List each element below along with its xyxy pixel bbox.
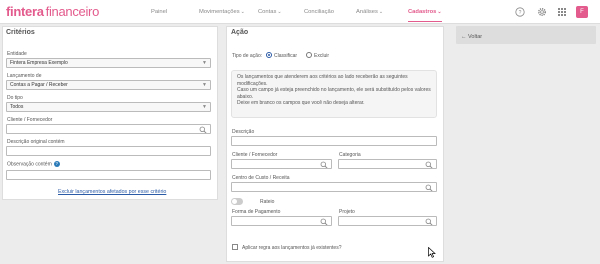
apply-existing-checkbox[interactable] [232, 244, 238, 250]
radio-excluir[interactable] [306, 52, 312, 58]
tipo-label: Do tipo [7, 95, 23, 101]
action-title: Ação [231, 29, 249, 36]
nav-item-contas[interactable]: Contas⌄ [258, 9, 282, 15]
delete-affected-link[interactable]: Excluir lançamentos afetados por esse cr… [58, 189, 166, 195]
help-icon[interactable]: ? [53, 161, 60, 167]
apply-existing-label[interactable]: Aplicar regra aos lançamentos já existen… [242, 245, 342, 251]
cliente-label: Cliente / Fornecedor [7, 117, 53, 123]
lancamento-select[interactable]: Contas a Pagar / Receber ▼ [6, 80, 211, 90]
lancamento-label: Lançamento de [7, 73, 42, 79]
acao-categoria-label: Categoria [339, 152, 361, 158]
nav-item-painel[interactable]: Painel [151, 9, 167, 15]
search-icon[interactable] [425, 184, 433, 192]
acao-descricao-label: Descrição [232, 129, 255, 135]
caret-down-icon: ▼ [202, 82, 207, 88]
chevron-down-icon: ⌄ [437, 9, 442, 15]
acao-cliente-input[interactable] [231, 159, 332, 169]
info-box: Os lançamentos que atenderem aos critéri… [231, 70, 437, 118]
acao-descricao-input[interactable] [231, 136, 437, 146]
top-navigation-bar: fintera financeiro Painel Movimentações⌄ … [0, 0, 600, 24]
search-icon[interactable] [320, 161, 328, 169]
acao-cliente-label: Cliente / Fornecedor [232, 152, 278, 158]
nav-item-movimentacoes[interactable]: Movimentações⌄ [199, 9, 245, 15]
gear-icon[interactable] [537, 7, 547, 17]
svg-text:?: ? [519, 10, 522, 16]
entidade-select[interactable]: Fintera Empresa Exemplo ▼ [6, 58, 211, 68]
radio-classificar[interactable] [266, 52, 272, 58]
brand-logo[interactable]: fintera financeiro [6, 5, 99, 19]
user-avatar[interactable]: F [576, 6, 588, 18]
observacao-label: Observação contém? [7, 161, 60, 168]
nav-item-conciliacao[interactable]: Conciliação [304, 9, 334, 15]
entidade-label: Entidade [7, 51, 27, 57]
rateio-label: Rateio [260, 199, 275, 205]
nav-item-cadastros[interactable]: Cadastros⌄ [408, 9, 442, 22]
search-icon[interactable] [199, 126, 207, 134]
info-line: Deixe em branco os campos que você não d… [237, 100, 365, 107]
info-line: Caso um campo já esteja preenchido no la… [237, 87, 431, 100]
acao-projeto-label: Projeto [339, 209, 355, 215]
rateio-toggle[interactable] [231, 198, 243, 205]
acao-centro-input[interactable] [231, 182, 437, 192]
grid-icon[interactable] [557, 7, 567, 17]
acao-projeto-input[interactable] [338, 216, 437, 226]
radio-classificar-label[interactable]: Classificar [274, 53, 297, 59]
action-type-label: Tipo de ação: [232, 53, 263, 59]
caret-down-icon: ▼ [202, 60, 207, 66]
acao-forma-input[interactable] [231, 216, 332, 226]
search-icon[interactable] [425, 161, 433, 169]
tipo-select[interactable]: Todos ▼ [6, 102, 211, 112]
cliente-input[interactable] [6, 124, 211, 134]
caret-down-icon: ▼ [202, 104, 207, 110]
help-circle-icon[interactable]: ? [515, 7, 525, 17]
descricao-label: Descrição original contém [7, 139, 65, 145]
chevron-down-icon: ⌄ [378, 9, 384, 15]
acao-centro-label: Centro de Custo / Receita [232, 175, 290, 181]
info-line: Os lançamentos que atenderem aos critéri… [237, 74, 408, 87]
search-icon[interactable] [320, 218, 328, 226]
acao-forma-label: Forma de Pagamento [232, 209, 281, 215]
descricao-input[interactable] [6, 146, 211, 156]
observacao-input[interactable] [6, 170, 211, 180]
acao-categoria-input[interactable] [338, 159, 437, 169]
back-link[interactable]: ← Voltar [461, 34, 482, 40]
chevron-down-icon: ⌄ [240, 9, 245, 15]
chevron-down-icon: ⌄ [277, 9, 282, 15]
mouse-cursor-icon [428, 247, 436, 258]
search-icon[interactable] [425, 218, 433, 226]
nav-item-analises[interactable]: Análises⌄ [356, 9, 383, 15]
radio-excluir-label[interactable]: Excluir [314, 53, 329, 59]
criteria-title: Critérios [6, 29, 35, 36]
